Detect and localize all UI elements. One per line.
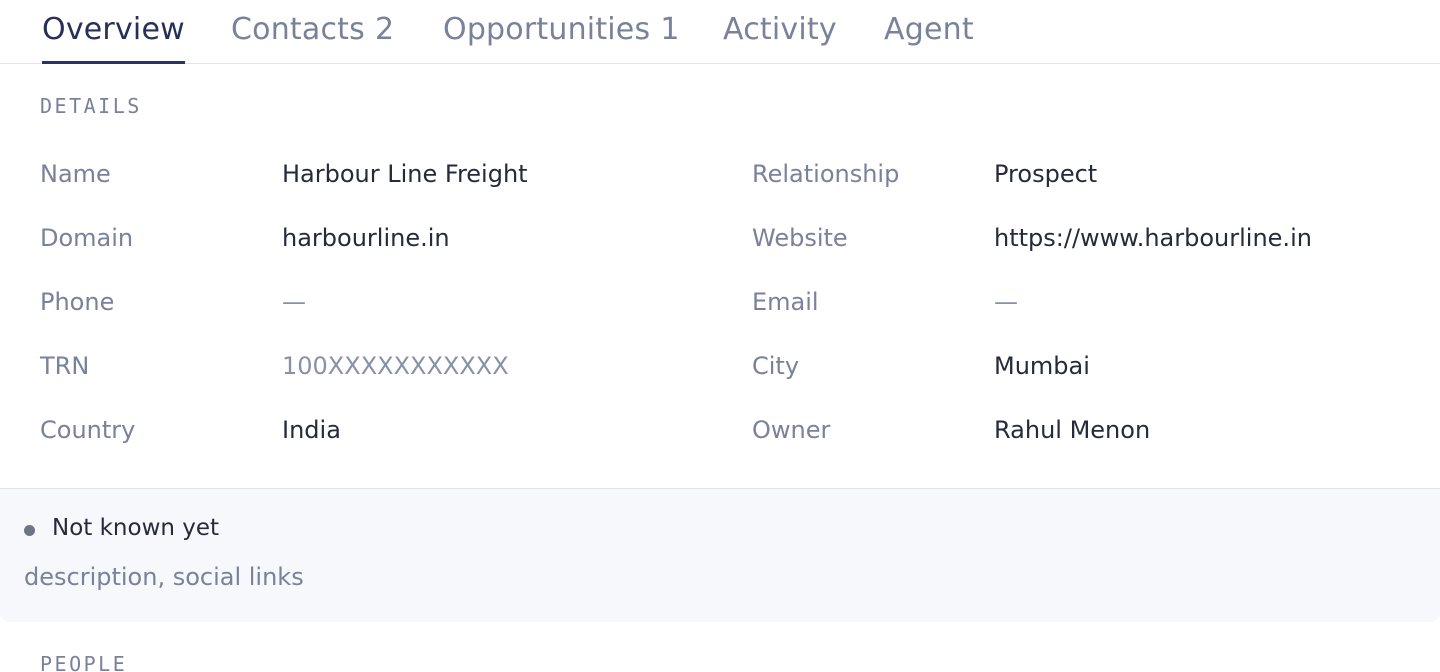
- tab-overview[interactable]: Overview: [42, 12, 185, 64]
- status-dot-icon: [24, 525, 35, 536]
- tab-bar: Overview Contacts 2 Opportunities 1 Activi…: [0, 0, 1440, 64]
- country-label: Country: [40, 416, 136, 444]
- city-label: City: [752, 352, 800, 380]
- callout-description: description, social links: [24, 563, 304, 591]
- tab-opportunities[interactable]: Opportunities 1: [443, 12, 680, 63]
- city-value[interactable]: Mumbai: [994, 352, 1090, 380]
- phone-value[interactable]: —: [282, 288, 306, 316]
- tab-agent[interactable]: Agent: [884, 12, 974, 63]
- tab-opportunities-label: Opportunities: [443, 12, 651, 47]
- website-value[interactable]: https://www.harbourline.in: [994, 224, 1312, 252]
- tab-contacts[interactable]: Contacts 2: [231, 12, 394, 63]
- trn-label: TRN: [40, 352, 90, 380]
- email-value[interactable]: —: [994, 288, 1018, 316]
- people-heading: PEOPLE: [40, 652, 128, 672]
- relationship-label: Relationship: [752, 160, 900, 188]
- tab-agent-label: Agent: [884, 12, 974, 47]
- tab-overview-label: Overview: [42, 12, 185, 47]
- enrichment-callout: Not known yet description, social links: [0, 488, 1440, 622]
- tab-contacts-count: 2: [374, 12, 395, 47]
- trn-value[interactable]: 100XXXXXXXXXXX: [282, 352, 509, 380]
- domain-label: Domain: [40, 224, 134, 252]
- tab-activity-label: Activity: [723, 12, 837, 47]
- email-label: Email: [752, 288, 819, 316]
- website-label: Website: [752, 224, 848, 252]
- phone-label: Phone: [40, 288, 115, 316]
- owner-value[interactable]: Rahul Menon: [994, 416, 1150, 444]
- relationship-value[interactable]: Prospect: [994, 160, 1097, 188]
- domain-value[interactable]: harbourline.in: [282, 224, 450, 252]
- tab-opportunities-count: 1: [660, 12, 680, 47]
- name-label: Name: [40, 160, 111, 188]
- tab-activity[interactable]: Activity: [723, 12, 837, 63]
- owner-label: Owner: [752, 416, 831, 444]
- name-value[interactable]: Harbour Line Freight: [282, 160, 528, 188]
- tab-contacts-label: Contacts: [231, 12, 365, 47]
- details-heading: DETAILS: [40, 94, 142, 118]
- country-value[interactable]: India: [282, 416, 341, 444]
- callout-title: Not known yet: [52, 515, 220, 541]
- account-overview-page: Overview Contacts 2 Opportunities 1 Activi…: [0, 0, 1440, 672]
